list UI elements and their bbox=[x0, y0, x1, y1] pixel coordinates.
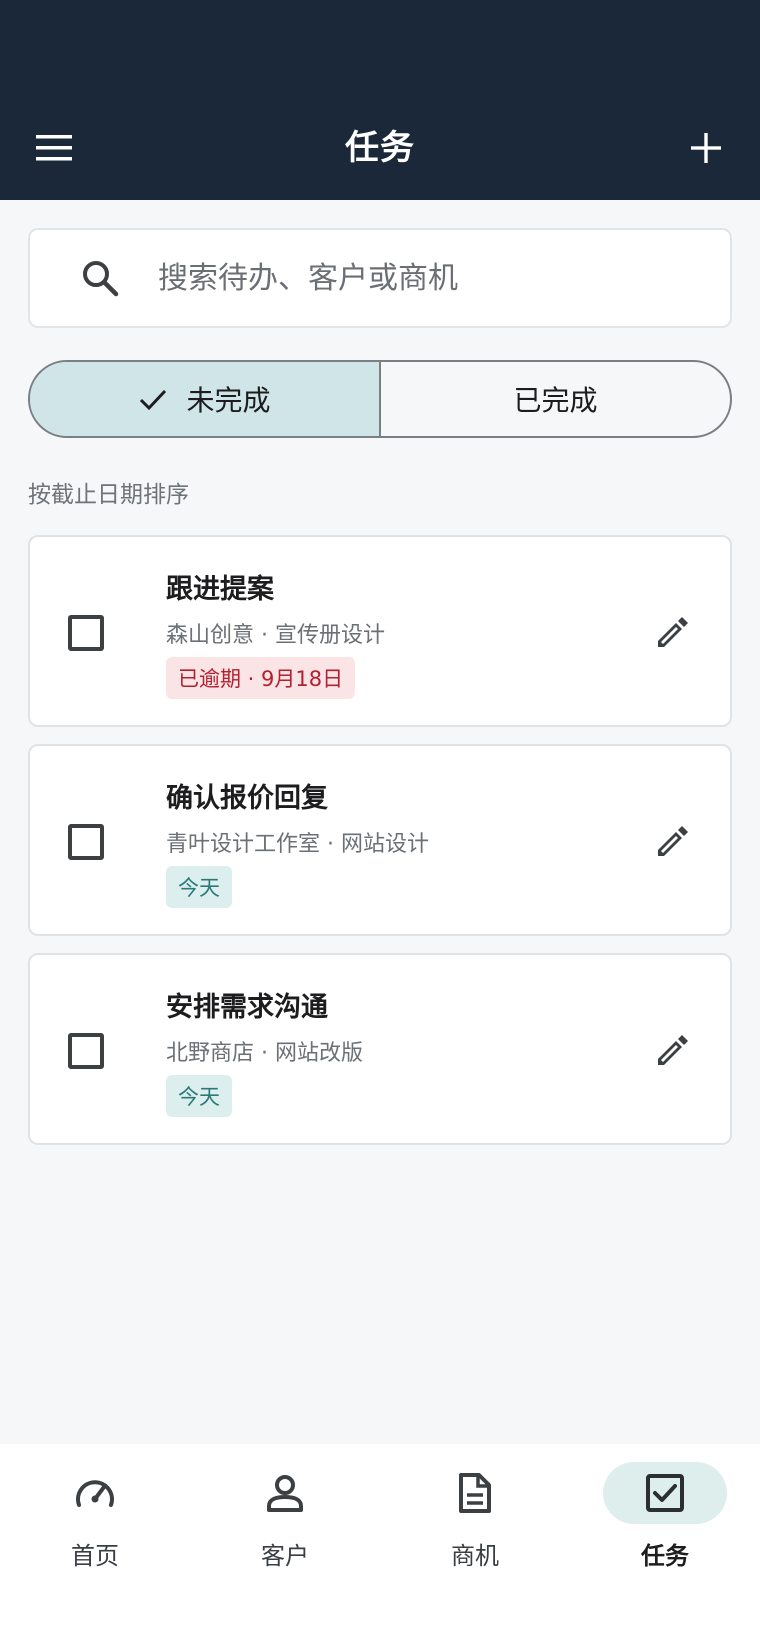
nav-customers-label: 客户 bbox=[261, 1542, 309, 1570]
task-card[interactable]: 跟进提案 森山创意 · 宣传册设计 已逾期 · 9月18日 bbox=[28, 535, 732, 727]
task-checkbox[interactable] bbox=[68, 1033, 104, 1069]
task-subtitle: 青叶设计工作室 · 网站设计 bbox=[166, 832, 429, 857]
task-title: 安排需求沟通 bbox=[166, 992, 328, 1023]
person-icon bbox=[267, 1475, 303, 1512]
nav-customers[interactable]: 客户 bbox=[190, 1444, 380, 1645]
nav-tasks[interactable]: 任务 bbox=[570, 1444, 760, 1645]
task-checkbox[interactable] bbox=[68, 824, 104, 860]
nav-icon-wrap bbox=[223, 1462, 347, 1524]
due-badge: 今天 bbox=[166, 1075, 232, 1117]
nav-opportunities[interactable]: 商机 bbox=[380, 1444, 570, 1645]
top-app-bar: 任务 bbox=[0, 0, 760, 200]
bottom-nav: 首页 客户 商机 任务 bbox=[0, 1444, 760, 1645]
nav-tasks-label: 任务 bbox=[641, 1542, 689, 1570]
task-title: 跟进提案 bbox=[166, 574, 274, 605]
task-card[interactable]: 确认报价回复 青叶设计工作室 · 网站设计 今天 bbox=[28, 744, 732, 936]
search-icon bbox=[83, 261, 119, 297]
due-badge: 今天 bbox=[166, 866, 232, 908]
plus-icon bbox=[691, 133, 721, 163]
filter-incomplete[interactable]: 未完成 bbox=[30, 362, 381, 436]
task-card[interactable]: 安排需求沟通 北野商店 · 网站改版 今天 bbox=[28, 953, 732, 1145]
nav-opportunities-label: 商机 bbox=[451, 1542, 499, 1570]
document-icon bbox=[459, 1473, 491, 1513]
nav-icon-wrap bbox=[413, 1462, 537, 1524]
filter-complete[interactable]: 已完成 bbox=[381, 362, 730, 436]
task-checkbox[interactable] bbox=[68, 615, 104, 651]
nav-home[interactable]: 首页 bbox=[0, 1444, 190, 1645]
pencil-icon bbox=[658, 1035, 688, 1065]
search-bar[interactable] bbox=[28, 228, 732, 328]
speedometer-icon bbox=[76, 1480, 114, 1507]
filter-incomplete-label: 未完成 bbox=[186, 384, 271, 417]
filter-complete-label: 已完成 bbox=[513, 384, 598, 417]
due-badge: 已逾期 · 9月18日 bbox=[166, 657, 356, 699]
checkbox-icon bbox=[646, 1474, 684, 1512]
edit-button[interactable] bbox=[652, 1031, 692, 1071]
nav-icon-wrap bbox=[603, 1462, 727, 1524]
add-task-button[interactable] bbox=[680, 122, 732, 174]
nav-home-label: 首页 bbox=[71, 1542, 119, 1570]
sort-label: 按截止日期排序 bbox=[28, 482, 189, 508]
task-title: 确认报价回复 bbox=[166, 783, 328, 814]
pencil-icon bbox=[658, 617, 688, 647]
task-subtitle: 北野商店 · 网站改版 bbox=[166, 1041, 363, 1066]
edit-button[interactable] bbox=[652, 613, 692, 653]
edit-button[interactable] bbox=[652, 822, 692, 862]
status-filter: 未完成 已完成 bbox=[28, 360, 732, 438]
pencil-icon bbox=[658, 826, 688, 856]
nav-icon-wrap bbox=[33, 1462, 157, 1524]
task-subtitle: 森山创意 · 宣传册设计 bbox=[166, 623, 385, 648]
search-input[interactable] bbox=[158, 260, 678, 296]
page-title: 任务 bbox=[345, 128, 415, 168]
check-icon bbox=[140, 389, 167, 411]
app: 任务 未完成 已完成 按截止日期排序 跟进提案 森山创意 bbox=[0, 0, 760, 1645]
